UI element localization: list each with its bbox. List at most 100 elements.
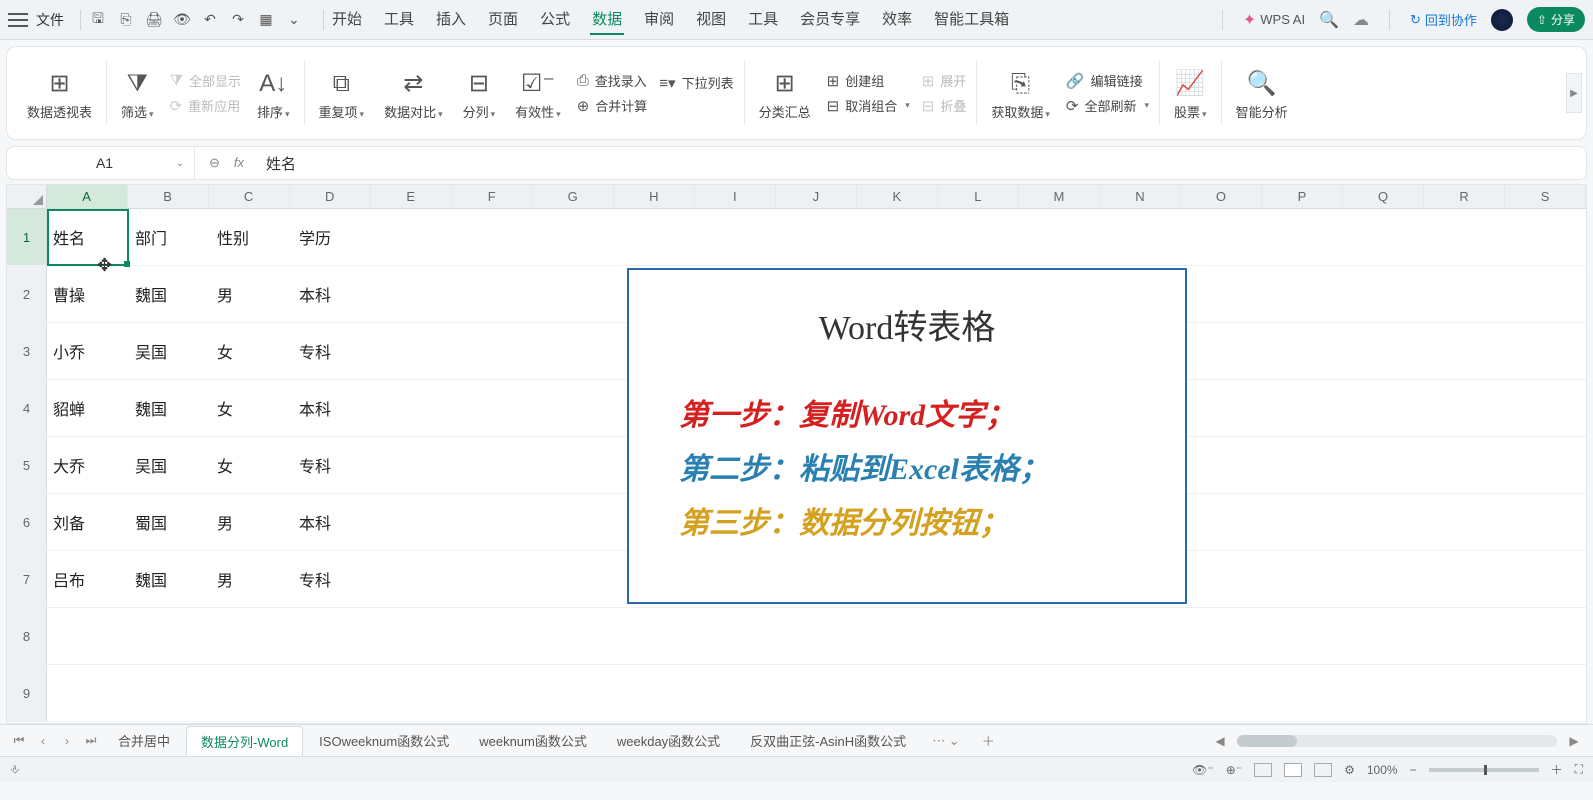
cell[interactable] xyxy=(375,551,457,607)
cell[interactable] xyxy=(1359,608,1441,664)
row-header[interactable]: 7 xyxy=(7,551,47,607)
cell[interactable] xyxy=(1195,323,1277,379)
cell[interactable] xyxy=(457,266,539,322)
cell[interactable] xyxy=(293,608,375,664)
horizontal-scrollbar[interactable]: ◀ ▶ xyxy=(1209,734,1585,748)
cell[interactable] xyxy=(1441,209,1523,265)
focus-icon[interactable]: ⊕⁻ xyxy=(1226,763,1242,777)
split-button[interactable]: ⊟ 分列▾ xyxy=(453,66,506,121)
cell[interactable]: 本科 xyxy=(293,494,375,550)
cell[interactable] xyxy=(1441,266,1523,322)
row-header[interactable]: 2 xyxy=(7,266,47,322)
cell[interactable]: 貂蝉 xyxy=(47,380,129,436)
tab-data[interactable]: 数据 xyxy=(590,4,624,35)
cell[interactable] xyxy=(375,380,457,436)
col-header-L[interactable]: L xyxy=(938,185,1019,208)
compare-button[interactable]: ⇄ 数据对比▾ xyxy=(374,66,453,121)
cell[interactable]: 专科 xyxy=(293,551,375,607)
cell[interactable] xyxy=(293,665,375,721)
cell[interactable]: 女 xyxy=(211,323,293,379)
cell[interactable] xyxy=(785,608,867,664)
cell[interactable] xyxy=(1277,608,1359,664)
cell[interactable] xyxy=(1277,266,1359,322)
collaborate-button[interactable]: ↻ 回到协作 xyxy=(1410,10,1477,29)
more-icon[interactable]: ⌄ xyxy=(283,9,305,31)
cell[interactable]: 大乔 xyxy=(47,437,129,493)
col-header-N[interactable]: N xyxy=(1100,185,1181,208)
cell[interactable] xyxy=(539,437,621,493)
cell[interactable] xyxy=(1359,266,1441,322)
cell[interactable] xyxy=(539,380,621,436)
cell[interactable] xyxy=(1359,551,1441,607)
cell[interactable] xyxy=(539,209,621,265)
cell[interactable] xyxy=(949,608,1031,664)
cell[interactable] xyxy=(211,608,293,664)
tab-tools[interactable]: 工具 xyxy=(382,4,416,35)
file-menu[interactable]: 文件 xyxy=(36,10,64,30)
tab-member[interactable]: 会员专享 xyxy=(798,4,862,35)
scroll-thumb[interactable] xyxy=(1237,735,1297,747)
cell[interactable] xyxy=(1113,209,1195,265)
avatar[interactable] xyxy=(1491,9,1513,31)
col-header-D[interactable]: D xyxy=(290,185,371,208)
edit-links-button[interactable]: 🔗编辑链接 xyxy=(1066,71,1149,90)
cell[interactable]: 本科 xyxy=(293,266,375,322)
cell[interactable]: 女 xyxy=(211,380,293,436)
cell[interactable]: 魏国 xyxy=(129,380,211,436)
cell[interactable] xyxy=(949,209,1031,265)
col-header-E[interactable]: E xyxy=(371,185,452,208)
cell[interactable]: 本科 xyxy=(293,380,375,436)
row-header[interactable]: 9 xyxy=(7,665,47,721)
sheet-tab[interactable]: 反双曲正弦-AsinH函数公式 xyxy=(736,726,920,755)
cell[interactable]: 吴国 xyxy=(129,323,211,379)
select-all-corner[interactable] xyxy=(7,185,47,208)
sort-button[interactable]: A↓ 排序▾ xyxy=(247,66,300,121)
format-icon[interactable]: ▦ xyxy=(255,9,277,31)
name-box[interactable]: A1 ⌄ xyxy=(15,147,195,179)
sheet-tab[interactable]: weekday函数公式 xyxy=(603,726,734,755)
tab-review[interactable]: 审阅 xyxy=(642,4,676,35)
cell[interactable] xyxy=(1441,323,1523,379)
cell[interactable]: 小乔 xyxy=(47,323,129,379)
cell[interactable] xyxy=(1359,380,1441,436)
redo-icon[interactable]: ↷ xyxy=(227,9,249,31)
tab-tools2[interactable]: 工具 xyxy=(746,4,780,35)
col-header-A[interactable]: A xyxy=(47,185,128,208)
cell[interactable] xyxy=(539,266,621,322)
new-icon[interactable]: ⎘ xyxy=(115,9,137,31)
cell[interactable] xyxy=(1441,551,1523,607)
find-entry-button[interactable]: ⎙查找录入 xyxy=(577,71,648,90)
cell[interactable] xyxy=(867,608,949,664)
cell[interactable]: 姓名 xyxy=(47,209,129,265)
cell[interactable] xyxy=(375,266,457,322)
cell[interactable] xyxy=(375,323,457,379)
zoom-out-icon[interactable]: − xyxy=(1410,763,1417,777)
cell[interactable] xyxy=(1031,608,1113,664)
cell[interactable] xyxy=(129,665,211,721)
reapply-button[interactable]: ⟳重新应用 xyxy=(170,96,241,115)
scroll-left-icon[interactable]: ◀ xyxy=(1209,734,1231,748)
cell[interactable] xyxy=(1359,665,1441,721)
cell[interactable] xyxy=(1195,551,1277,607)
cell[interactable] xyxy=(785,665,867,721)
sheet-more-icon[interactable]: ⋯ ⌄ xyxy=(922,733,970,749)
cell[interactable] xyxy=(1195,266,1277,322)
cell[interactable] xyxy=(867,209,949,265)
tab-smart-toolbox[interactable]: 智能工具箱 xyxy=(932,4,1011,35)
cell[interactable]: 魏国 xyxy=(129,266,211,322)
cell[interactable] xyxy=(703,209,785,265)
cell[interactable]: 学历 xyxy=(293,209,375,265)
save-icon[interactable]: 🖫 xyxy=(87,9,109,31)
sheet-tab-active[interactable]: 数据分列-Word xyxy=(186,726,303,756)
cell[interactable] xyxy=(211,665,293,721)
fullscreen-icon[interactable]: ⛶ xyxy=(1575,762,1583,777)
cell[interactable] xyxy=(539,608,621,664)
formula-input[interactable]: 姓名 xyxy=(258,153,1578,174)
cell[interactable] xyxy=(1113,665,1195,721)
cell[interactable] xyxy=(1031,209,1113,265)
cell[interactable] xyxy=(1195,380,1277,436)
tab-formula[interactable]: 公式 xyxy=(538,4,572,35)
chevron-down-icon[interactable]: ⌄ xyxy=(176,158,184,169)
cell[interactable] xyxy=(457,665,539,721)
col-header-C[interactable]: C xyxy=(209,185,290,208)
